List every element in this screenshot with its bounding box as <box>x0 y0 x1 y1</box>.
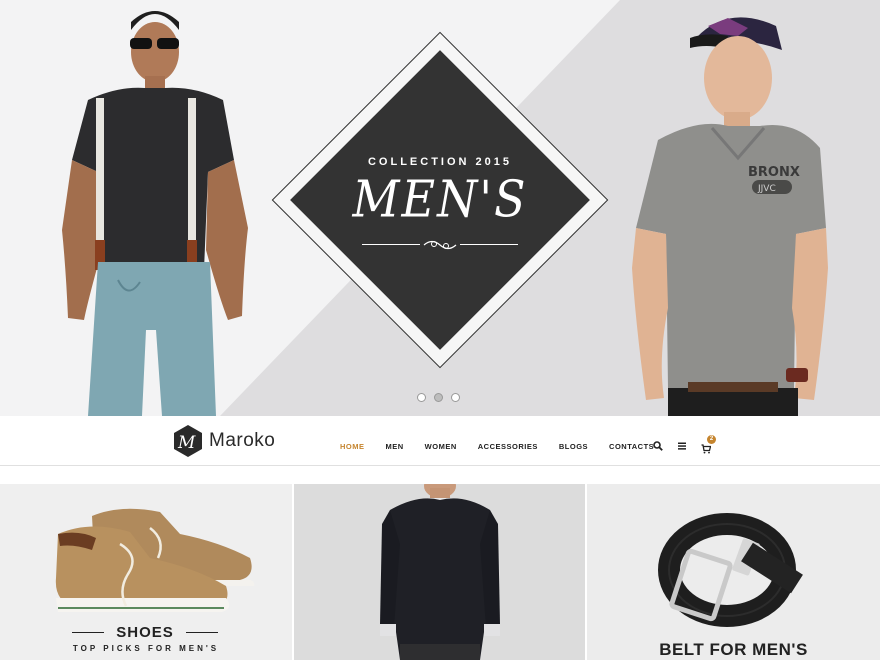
logo-text: Maroko <box>209 430 276 451</box>
slider-dot-2[interactable] <box>434 393 443 402</box>
slider-pagination <box>417 393 460 402</box>
hero-headline: MEN'S <box>352 169 528 229</box>
nav-women[interactable]: WOMEN <box>425 442 457 451</box>
model-right-image: BRONX JJVC <box>632 17 828 416</box>
shoes-title-rule-right <box>185 632 218 633</box>
main-nav: HOME MEN WOMEN ACCESSORIES BLOGS CONTACT… <box>340 442 675 451</box>
belt-title: BELT FOR MEN'S <box>659 640 808 659</box>
cart-count-badge: 2 <box>707 435 716 444</box>
menu-icon[interactable] <box>677 441 687 451</box>
category-tile-sweater[interactable] <box>294 484 585 660</box>
shoes-product-image <box>55 508 255 612</box>
hero-slider: BRONX JJVC COLLECTION 2015 MEN'S <box>0 0 880 416</box>
hero-collection-label: COLLECTION 2015 <box>367 156 513 168</box>
nav-accessories[interactable]: ACCESSORIES <box>478 442 538 451</box>
cart-button[interactable]: 2 <box>701 435 716 454</box>
svg-text:M: M <box>177 433 196 453</box>
site-logo[interactable]: M Maroko <box>171 424 275 458</box>
nav-men[interactable]: MEN <box>386 442 404 451</box>
header-actions: 2 <box>653 435 716 454</box>
shoes-subtitle: TOP PICKS FOR MEN'S <box>72 644 220 653</box>
hero-diamond: COLLECTION 2015 MEN'S <box>270 30 610 370</box>
shoes-title-row: SHOES <box>70 624 220 641</box>
slider-dot-3[interactable] <box>451 393 460 402</box>
sweater-model-image <box>380 484 500 660</box>
flourish-ornament-icon <box>420 236 460 254</box>
slider-dot-1[interactable] <box>417 393 426 402</box>
nav-contacts[interactable]: CONTACTS <box>609 442 654 451</box>
logo-badge-icon: M <box>174 425 202 457</box>
nav-blogs[interactable]: BLOGS <box>559 442 588 451</box>
site-header: M Maroko HOME MEN WOMEN ACCESSORIES BLOG… <box>0 416 880 466</box>
category-tile-shoes[interactable]: SHOES TOP PICKS FOR MEN'S <box>0 484 292 660</box>
shoes-title-rule-left <box>72 632 105 633</box>
model-left-image <box>62 11 248 416</box>
cart-icon <box>701 444 712 454</box>
shoes-title: SHOES <box>116 624 174 641</box>
svg-text:BRONX: BRONX <box>748 165 800 180</box>
category-tiles: SHOES TOP PICKS FOR MEN'S BELT FOR MEN'S <box>0 484 880 660</box>
svg-text:JJVC: JJVC <box>757 184 776 194</box>
category-tile-belt[interactable]: BELT FOR MEN'S <box>587 484 880 660</box>
nav-home[interactable]: HOME <box>340 442 365 451</box>
hero-text-block: COLLECTION 2015 MEN'S <box>270 30 610 370</box>
belt-product-image <box>658 513 803 627</box>
search-icon[interactable] <box>653 441 663 451</box>
